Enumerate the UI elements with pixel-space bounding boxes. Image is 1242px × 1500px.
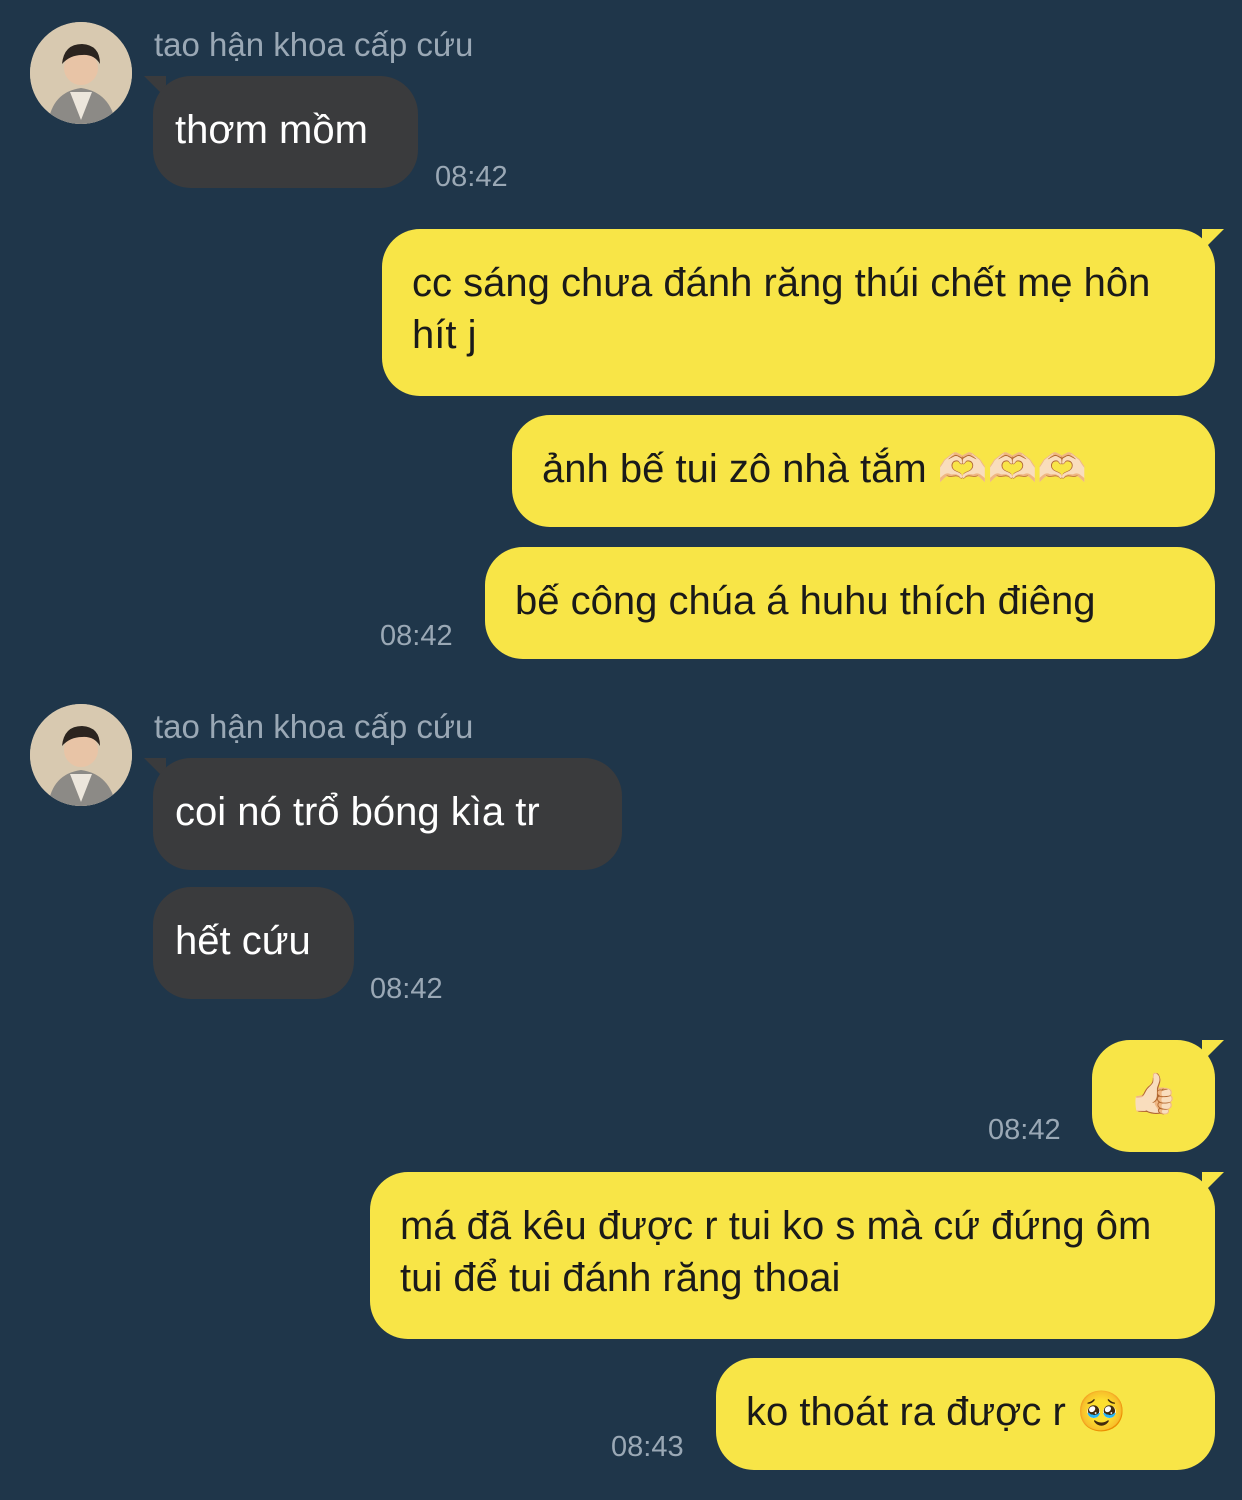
- message-bubble-outgoing[interactable]: cc sáng chưa đánh răng thúi chết mẹ hôn …: [382, 229, 1215, 396]
- contact-avatar[interactable]: [30, 22, 132, 124]
- message-bubble-outgoing[interactable]: ảnh bế tui zô nhà tắm 🫶🏻🫶🏻🫶🏻: [512, 415, 1215, 527]
- sender-name: tao hận khoa cấp cứu: [154, 26, 474, 63]
- message-bubble-incoming[interactable]: thơm mồm: [153, 76, 418, 188]
- message-time: 08:42: [988, 1114, 1061, 1146]
- message-time: 08:42: [435, 161, 508, 193]
- contact-avatar[interactable]: [30, 704, 132, 806]
- message-bubble-outgoing[interactable]: ko thoát ra được r 🥹: [716, 1358, 1215, 1470]
- message-bubble-outgoing[interactable]: bế công chúa á huhu thích điêng: [485, 547, 1215, 659]
- sender-name: tao hận khoa cấp cứu: [154, 708, 474, 745]
- message-bubble-outgoing[interactable]: má đã kêu được r tui ko s mà cứ đứng ôm …: [370, 1172, 1215, 1339]
- message-time: 08:42: [380, 620, 453, 652]
- message-bubble-outgoing[interactable]: 👍🏻: [1092, 1040, 1215, 1152]
- message-bubble-incoming[interactable]: coi nó trổ bóng kìa tr: [153, 758, 622, 870]
- message-time: 08:42: [370, 973, 443, 1005]
- message-bubble-incoming[interactable]: hết cứu: [153, 887, 354, 999]
- message-time: 08:43: [611, 1431, 684, 1463]
